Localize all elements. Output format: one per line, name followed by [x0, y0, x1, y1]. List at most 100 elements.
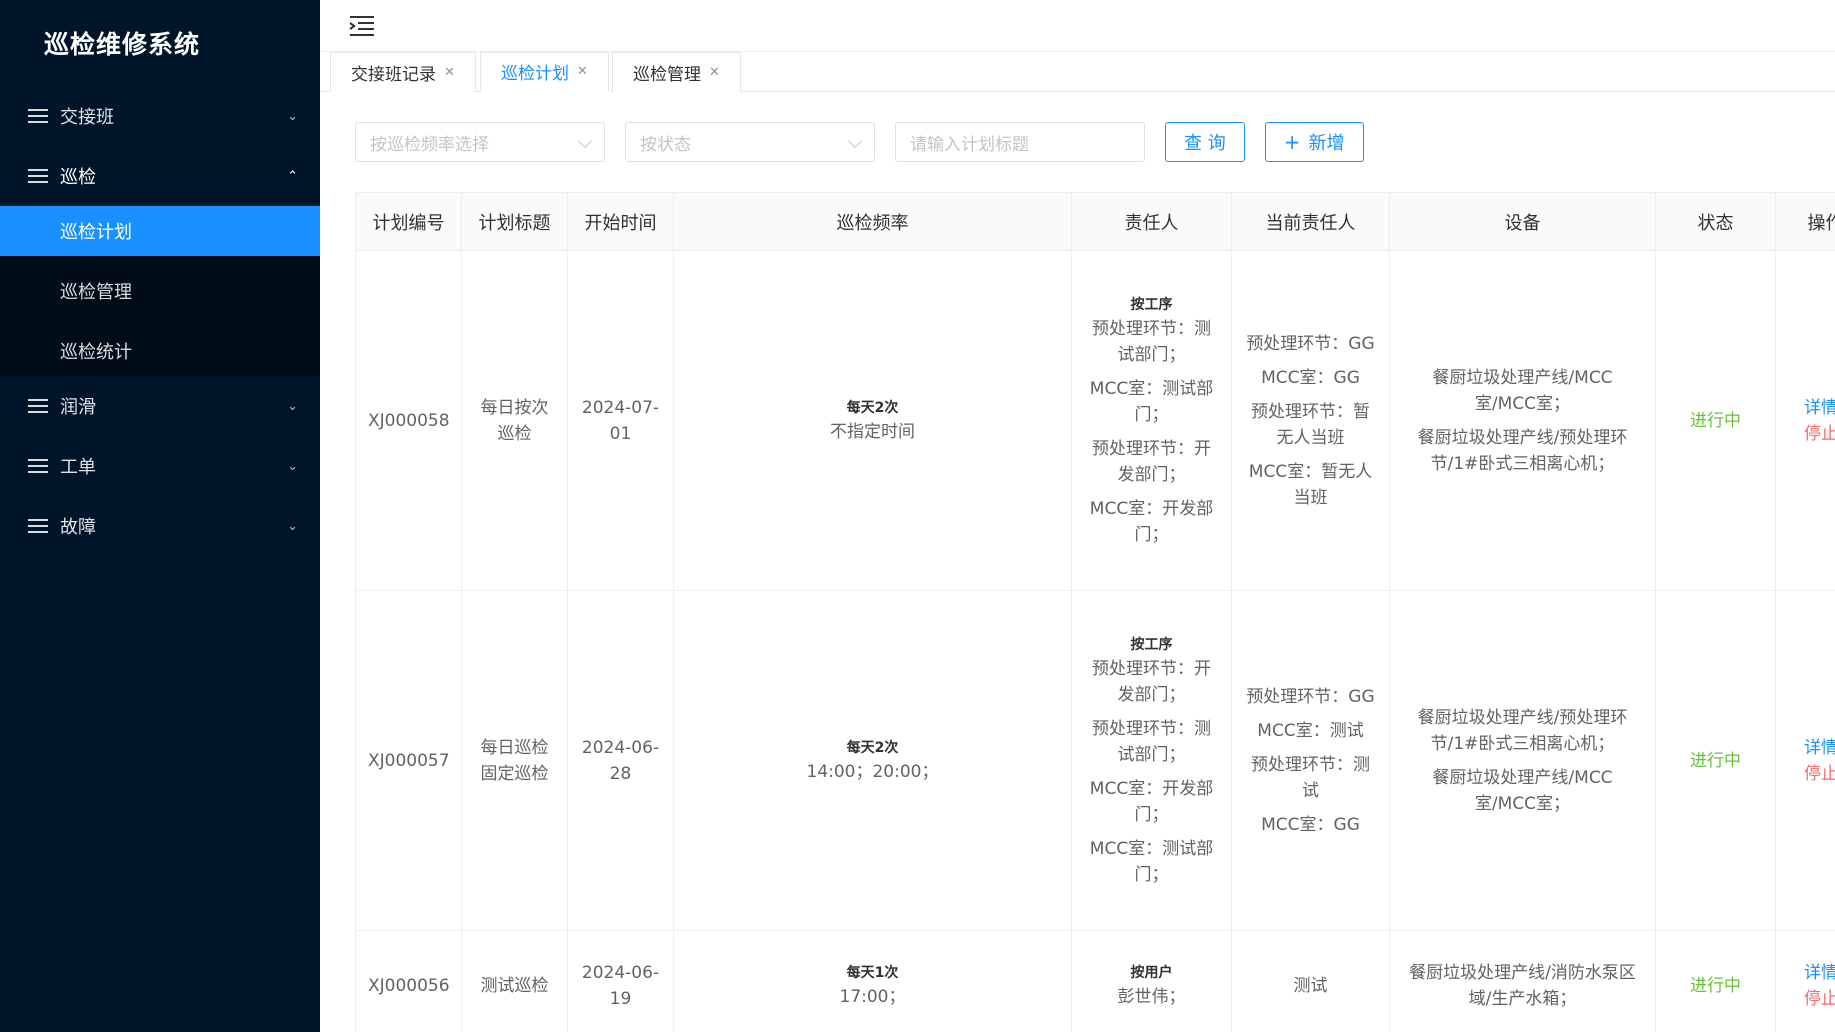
- frequency-head: 每天2次: [846, 739, 899, 756]
- start-time-line: 2024-07-: [581, 397, 660, 418]
- title-search-input[interactable]: 请输入计划标题: [895, 122, 1145, 162]
- submenu-item-inspection-manage[interactable]: 巡检管理: [0, 266, 320, 316]
- frequency-detail: 不指定时间: [830, 421, 915, 442]
- plus-icon: +: [1283, 130, 1301, 154]
- owner-line: MCC室：开发部: [1089, 778, 1214, 799]
- owner-cell: 按工序 预处理环节：测 试部门； MCC室：测试部 门； 预处理环节：开 发部门； MCC室：…: [1071, 250, 1232, 591]
- menu-fold-icon[interactable]: [349, 14, 374, 36]
- frequency-select[interactable]: 按巡检频率选择: [355, 122, 605, 162]
- add-label: 新增: [1308, 133, 1345, 154]
- plan-id: XJ000056: [368, 975, 450, 996]
- menu-item-inspection[interactable]: 巡检 ⌃: [0, 146, 320, 206]
- add-button[interactable]: + 新增: [1264, 122, 1364, 162]
- stop-link[interactable]: 停止: [1804, 421, 1835, 447]
- current-owner-cell: 预处理环节：GG MCC室：测试 预处理环节：测试 MCC室：GG: [1231, 590, 1390, 931]
- menu-item-workorder[interactable]: 工单 ⌄: [0, 436, 320, 496]
- menu-item-handover[interactable]: 交接班 ⌄: [0, 86, 320, 146]
- menu-item-label: 润滑: [60, 397, 96, 418]
- device-line: 餐厨垃圾处理产线/MCC: [1432, 367, 1613, 388]
- chevron-down-icon: ⌄: [287, 518, 298, 534]
- close-icon[interactable]: ✕: [577, 64, 588, 79]
- query-button[interactable]: 查 询: [1165, 122, 1245, 162]
- app-title: 巡检维修系统: [44, 30, 201, 59]
- current-owner-cell: 预处理环节：GG MCC室：GG 预处理环节：暂 无人当班 MCC室：暂无人 当班: [1231, 250, 1390, 591]
- close-icon[interactable]: ✕: [444, 65, 455, 80]
- plan-id: XJ000057: [368, 750, 450, 771]
- detail-link[interactable]: 详情: [1804, 960, 1835, 986]
- submenu-item-inspection-stats[interactable]: 巡检统计: [0, 326, 320, 376]
- main-content: 按巡检频率选择 按状态 请输入计划标题 查 询 + 新增 计划编号 计划标题 开…: [320, 92, 1835, 1032]
- device-line: 餐厨垃圾处理产线/消防水泵区: [1409, 962, 1636, 983]
- menu-icon: [28, 519, 48, 533]
- owner-line: MCC室：测试部: [1089, 378, 1214, 399]
- status-select[interactable]: 按状态: [625, 122, 875, 162]
- column-header: 巡检频率: [673, 192, 1072, 251]
- menu-item-label: 故障: [60, 517, 96, 538]
- table-row: XJ000057 每日巡检 固定巡检 2024-06- 28 每天2次 14:00；20:0…: [355, 590, 1835, 931]
- tab-inspection-plan[interactable]: 巡检计划 ✕: [480, 52, 609, 92]
- device-line: 室/MCC室；: [1474, 793, 1571, 814]
- owner-line: 预处理环节：开: [1092, 438, 1211, 459]
- plan-title-cell: 测试巡检: [461, 930, 568, 1032]
- current-owner-line: MCC室：暂无人: [1248, 461, 1373, 482]
- device-cell: 餐厨垃圾处理产线/消防水泵区 域/生产水箱；: [1389, 930, 1656, 1032]
- frequency-head: 每天2次: [846, 399, 899, 416]
- current-owner-line: MCC室：测试: [1257, 720, 1364, 741]
- status-cell: 进行中: [1655, 930, 1776, 1032]
- owner-line: 发部门；: [1117, 684, 1186, 705]
- stop-link[interactable]: 停止: [1804, 761, 1835, 787]
- start-time-line: 28: [609, 763, 632, 784]
- current-owner-line: 试: [1302, 780, 1319, 801]
- stop-link[interactable]: 停止: [1804, 986, 1835, 1012]
- current-owner-line: 无人当班: [1276, 427, 1345, 448]
- detail-link[interactable]: 详情: [1804, 395, 1835, 421]
- plan-id-cell: XJ000057: [355, 590, 462, 931]
- menu-item-fault[interactable]: 故障 ⌄: [0, 496, 320, 556]
- tab-label: 巡检管理: [633, 65, 701, 85]
- start-time-cell: 2024-07- 01: [567, 250, 674, 591]
- menu-item-lubrication[interactable]: 润滑 ⌄: [0, 376, 320, 436]
- device-line: 餐厨垃圾处理产线/MCC: [1432, 767, 1613, 788]
- plan-title-line: 测试巡检: [480, 975, 549, 996]
- plan-title-line: 每日巡检: [480, 737, 549, 758]
- owner-head: 按工序: [1130, 636, 1173, 653]
- tab-handover-record[interactable]: 交接班记录 ✕: [330, 52, 476, 92]
- current-owner-line: 预处理环节：暂: [1251, 401, 1370, 422]
- owner-cell: 按用户 彭世伟；: [1071, 930, 1232, 1032]
- chevron-up-icon: ⌃: [287, 168, 298, 184]
- column-header: 当前责任人: [1231, 192, 1390, 251]
- menu-item-label: 工单: [60, 457, 96, 478]
- close-icon[interactable]: ✕: [709, 65, 720, 80]
- start-time-cell: 2024-06- 28: [567, 590, 674, 931]
- owner-line: 预处理环节：测: [1092, 718, 1211, 739]
- current-owner-line: 预处理环节：测: [1251, 754, 1370, 775]
- current-owner-line: 测试: [1293, 975, 1328, 996]
- submenu-item-inspection-plan[interactable]: 巡检计划: [0, 206, 320, 256]
- chevron-down-icon: ⌄: [287, 458, 298, 474]
- device-cell: 餐厨垃圾处理产线/预处理环 节/1#卧式三相离心机； 餐厨垃圾处理产线/MCC 室/M…: [1389, 590, 1656, 931]
- plan-title-line: 每日按次: [480, 397, 549, 418]
- menu-icon: [28, 169, 48, 183]
- plan-id: XJ000058: [368, 410, 450, 431]
- owner-line: 门；: [1134, 864, 1169, 885]
- plan-table: 计划编号 计划标题 开始时间 巡检频率 责任人 当前责任人 设备 状态 操作 X…: [355, 192, 1835, 1032]
- plan-title-cell: 每日按次 巡检: [461, 250, 568, 591]
- tab-inspection-manage[interactable]: 巡检管理 ✕: [612, 52, 741, 92]
- owner-line: MCC室：开发部: [1089, 498, 1214, 519]
- owner-line: 门；: [1134, 804, 1169, 825]
- device-cell: 餐厨垃圾处理产线/MCC 室/MCC室； 餐厨垃圾处理产线/预处理环 节/1#卧式三相…: [1389, 250, 1656, 591]
- title-placeholder: 请输入计划标题: [910, 134, 1029, 155]
- owner-line: 预处理环节：测: [1092, 318, 1211, 339]
- frequency-cell: 每天2次 14:00；20:00；: [673, 590, 1072, 931]
- detail-link[interactable]: 详情: [1804, 735, 1835, 761]
- menu-icon: [28, 109, 48, 123]
- column-header: 责任人: [1071, 192, 1232, 251]
- start-time-line: 2024-06-: [581, 962, 660, 983]
